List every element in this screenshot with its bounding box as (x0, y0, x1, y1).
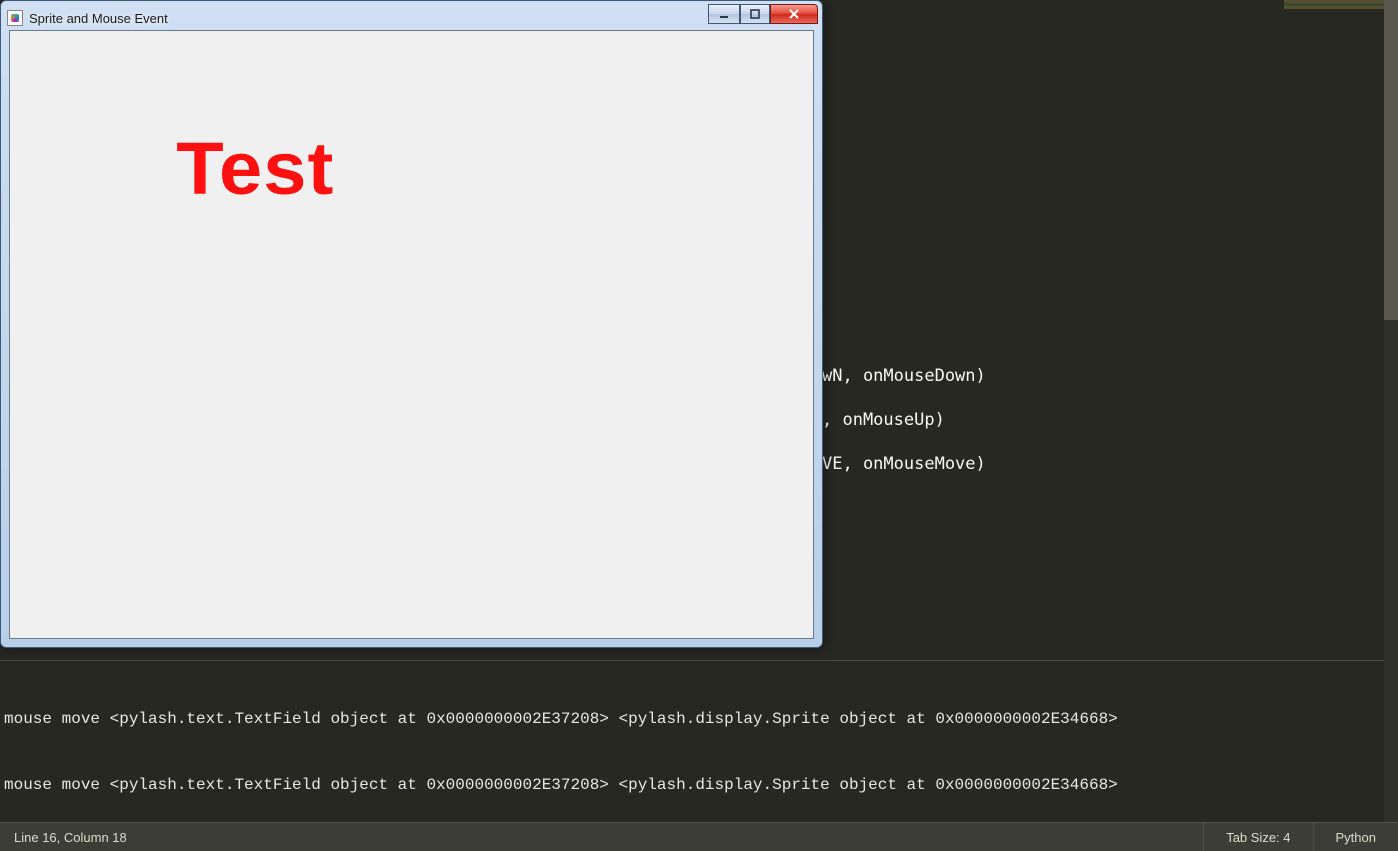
console-line: mouse move <pylash.text.TextField object… (4, 708, 1394, 730)
code-line: VE, onMouseMove) (822, 454, 986, 474)
status-tabsize[interactable]: Tab Size: 4 (1203, 823, 1312, 851)
minimap[interactable] (1284, 0, 1384, 30)
canvas-text: Test (176, 126, 334, 211)
minimize-icon (719, 9, 729, 19)
window-title: Sprite and Mouse Event (29, 11, 168, 26)
editor-scrollbar-track[interactable] (1384, 0, 1398, 660)
minimize-button[interactable] (708, 4, 740, 24)
console-output[interactable]: mouse move <pylash.text.TextField object… (0, 660, 1398, 822)
window-titlebar[interactable]: Sprite and Mouse Event (7, 7, 816, 29)
window-buttons (708, 4, 818, 24)
status-bar: Line 16, Column 18 Tab Size: 4 Python (0, 822, 1398, 851)
close-button[interactable] (770, 4, 818, 24)
editor-scrollbar-thumb[interactable] (1384, 0, 1398, 320)
maximize-icon (750, 9, 760, 19)
app-window[interactable]: Sprite and Mouse Event Test (0, 0, 823, 648)
close-icon (788, 9, 800, 19)
status-language[interactable]: Python (1313, 823, 1398, 851)
code-line: wN, onMouseDown) (822, 366, 986, 386)
console-line: mouse move <pylash.text.TextField object… (4, 774, 1394, 796)
code-line: , onMouseUp) (822, 410, 945, 430)
maximize-button[interactable] (740, 4, 770, 24)
app-icon (7, 10, 23, 26)
app-canvas[interactable]: Test (9, 30, 814, 639)
status-cursor-position[interactable]: Line 16, Column 18 (0, 830, 1203, 845)
console-scrollbar[interactable] (1384, 660, 1398, 822)
